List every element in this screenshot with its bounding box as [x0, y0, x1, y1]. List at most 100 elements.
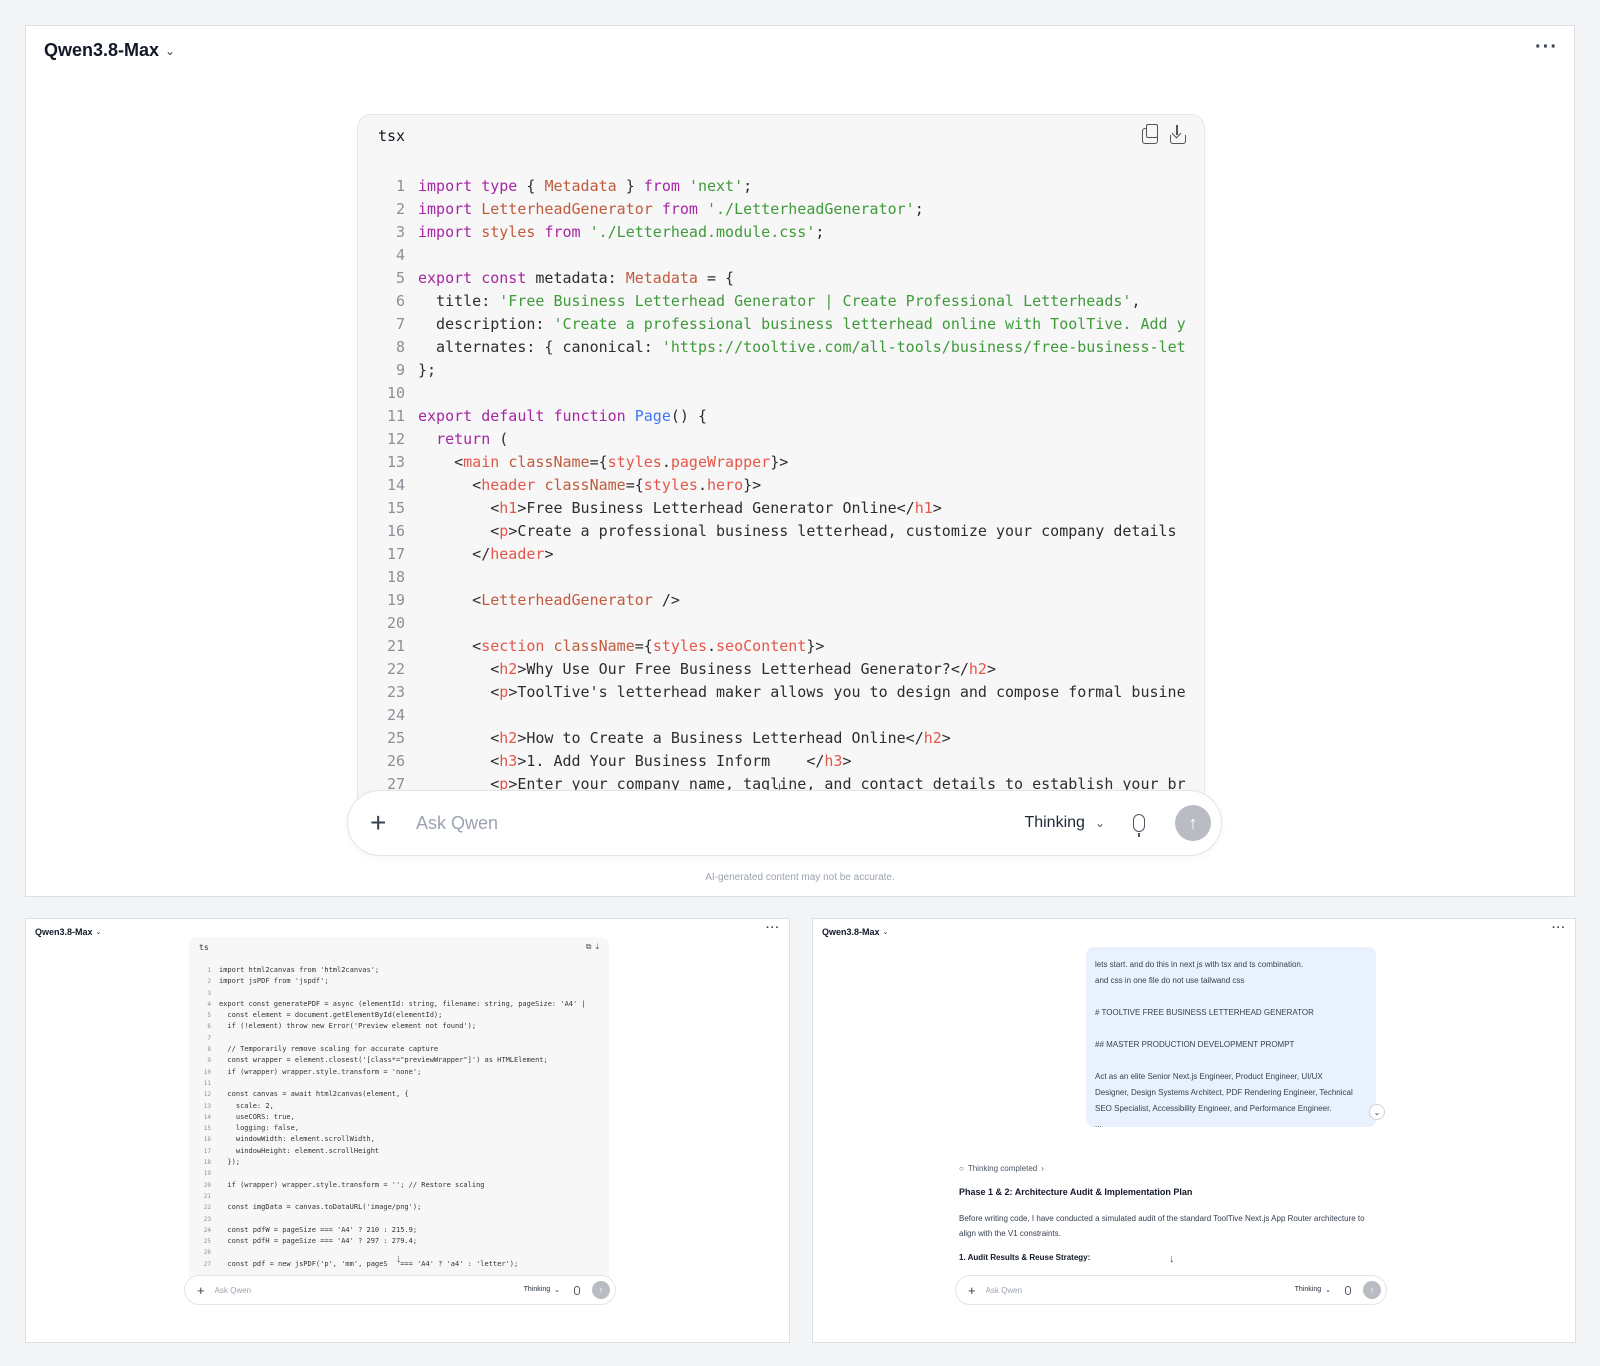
plus-icon[interactable]: + — [968, 1283, 976, 1298]
line-number: 13 — [203, 1102, 211, 1110]
user-message-line: ... — [1095, 1120, 1102, 1127]
code-line: 22 <h2>Why Use Our Free Business Letterh… — [358, 658, 1186, 681]
line-source: title: 'Free Business Letterhead Generat… — [418, 292, 1141, 310]
model-name: Qwen3.8-Max — [822, 927, 880, 937]
code-line: 21 <section className={styles.seoContent… — [358, 635, 1186, 658]
arrow-down-icon[interactable]: ↓ — [396, 1253, 402, 1265]
line-source — [211, 1078, 219, 1089]
line-source: <p>Create a professional business letter… — [418, 522, 1186, 540]
microphone-icon[interactable] — [1133, 814, 1145, 837]
chat-input-bar: + Thinking ⌄ ↑ — [184, 1275, 616, 1305]
more-options-icon[interactable]: ··· — [1552, 922, 1566, 934]
line-source: const pdfW = pageSize === 'A4' ? 210 : 2… — [219, 1225, 418, 1234]
line-number: 14 — [203, 1113, 211, 1121]
line-number: 20 — [386, 614, 405, 632]
line-number: 23 — [203, 1215, 211, 1223]
user-message-line — [1095, 1053, 1367, 1069]
thinking-mode-selector[interactable]: Thinking ⌄ — [1295, 1286, 1331, 1294]
line-source: const element = document.getElementById(… — [219, 1011, 443, 1020]
chevron-down-icon: ⌄ — [882, 929, 889, 936]
line-source: const pdfH = pageSize === 'A4' ? 297 : 2… — [219, 1237, 418, 1246]
code-line: 4 export const generatePDF = async (eleme… — [189, 999, 603, 1010]
microphone-icon[interactable] — [1345, 1285, 1351, 1295]
code-line: 20 — [358, 612, 1186, 635]
line-source: }); — [219, 1158, 241, 1167]
arrow-down-icon[interactable]: ↓ — [1169, 1253, 1175, 1265]
line-source: alternates: { canonical: 'https://toolti… — [418, 338, 1186, 356]
user-message-line: ## MASTER PRODUCTION DEVELOPMENT PROMPT — [1095, 1040, 1295, 1049]
download-icon[interactable] — [1170, 125, 1186, 144]
code-line: 19 <LetterheadGenerator /> — [358, 589, 1186, 612]
line-number: 10 — [203, 1068, 211, 1076]
line-number: 7 — [207, 1034, 211, 1042]
line-source: scale: 2, — [219, 1101, 274, 1110]
line-number: 15 — [203, 1125, 211, 1133]
line-number: 4 — [207, 1000, 211, 1008]
line-number: 9 — [395, 361, 405, 379]
model-selector[interactable]: Qwen3.8-Max ⌄ — [44, 40, 175, 61]
send-button[interactable]: ↑ — [592, 1281, 610, 1299]
download-icon[interactable]: ⤓ — [595, 942, 599, 952]
chat-input-bar: + Thinking ⌄ ↑ — [347, 790, 1222, 856]
line-source — [405, 566, 418, 589]
line-source: import LetterheadGenerator from './Lette… — [418, 200, 924, 218]
line-source: if (!element) throw new Error('Preview e… — [219, 1022, 477, 1031]
chevron-down-icon: ⌄ — [1094, 816, 1105, 830]
code-line: 23 — [189, 1214, 603, 1225]
send-button[interactable]: ↑ — [1175, 805, 1211, 841]
send-button[interactable]: ↑ — [1363, 1281, 1381, 1299]
line-source: import type { Metadata } from 'next'; — [418, 177, 753, 195]
model-selector[interactable]: Qwen3.8-Max ⌄ — [822, 927, 888, 937]
microphone-icon[interactable] — [574, 1285, 580, 1295]
chevron-down-icon[interactable]: ⌄ — [1369, 1104, 1385, 1120]
line-number: 21 — [203, 1192, 211, 1200]
model-selector[interactable]: Qwen3.8-Max ⌄ — [35, 927, 101, 937]
chevron-down-icon: ⌄ — [554, 1287, 560, 1294]
line-source: <section className={styles.seoContent}> — [418, 637, 825, 655]
ask-input[interactable] — [214, 1285, 524, 1295]
line-source — [405, 704, 418, 727]
code-line: 15 logging: false, — [189, 1123, 603, 1134]
line-number: 16 — [203, 1136, 211, 1144]
line-number: 3 — [207, 989, 211, 997]
thinking-status[interactable]: ○ Thinking completed › — [959, 1164, 1044, 1173]
more-options-icon[interactable]: ··· — [766, 922, 780, 934]
line-source: return ( — [436, 430, 509, 448]
code-line: 16 windowWidth: element.scrollWidth, — [189, 1134, 603, 1145]
line-source — [211, 988, 219, 999]
thinking-mode-selector[interactable]: Thinking ⌄ — [524, 1286, 560, 1294]
more-options-icon[interactable]: ··· — [1535, 36, 1558, 59]
line-source: <header className={styles.hero}> — [418, 476, 762, 494]
line-number: 12 — [203, 1091, 211, 1099]
line-number: 23 — [386, 683, 405, 701]
copy-icon[interactable]: ⧉ — [586, 942, 592, 952]
chat-input-bar: + Thinking ⌄ ↑ — [955, 1275, 1387, 1305]
code-line: 20 if (wrapper) wrapper.style.transform … — [189, 1180, 603, 1191]
line-number: 6 — [395, 292, 405, 310]
ask-input[interactable] — [416, 812, 1025, 834]
line-source: if (wrapper) wrapper.style.transform = '… — [219, 1180, 485, 1189]
plus-icon[interactable]: + — [197, 1283, 205, 1298]
code-line: 26 <h3>1. Add Your Business Inform </h3> — [358, 750, 1186, 773]
answer-paragraph: Before writing code, I have conducted a … — [959, 1214, 1365, 1238]
code-line: 7 description: 'Create a professional bu… — [358, 313, 1186, 336]
user-message-bubble: lets start. and do this in next js with … — [1086, 947, 1376, 1127]
line-source: import jsPDF from 'jspdf'; — [219, 977, 329, 986]
right-chat-window: Qwen3.8-Max ⌄ ··· lets start. and do thi… — [812, 918, 1576, 1343]
chevron-down-icon: ⌄ — [95, 929, 102, 936]
copy-icon[interactable] — [1142, 124, 1158, 144]
user-message-line: Act as an elite Senior Next.js Engineer,… — [1095, 1072, 1323, 1081]
plus-icon[interactable]: + — [370, 807, 396, 839]
answer-heading: Phase 1 & 2: Architecture Audit & Implem… — [959, 1187, 1193, 1197]
thinking-mode-selector[interactable]: Thinking ⌄ — [1024, 814, 1105, 832]
code-language-label: ts — [199, 942, 209, 952]
line-number: 5 — [395, 269, 405, 287]
line-number: 10 — [386, 384, 405, 402]
line-number: 17 — [386, 545, 405, 563]
line-source — [405, 612, 418, 635]
line-source: }; — [418, 361, 437, 379]
code-line: 2 import LetterheadGenerator from './Lett… — [358, 198, 1186, 221]
code-line: 14 useCORS: true, — [189, 1112, 603, 1123]
ask-input[interactable] — [985, 1285, 1295, 1295]
code-line: 8 // Temporarily remove scaling for accu… — [189, 1044, 603, 1055]
